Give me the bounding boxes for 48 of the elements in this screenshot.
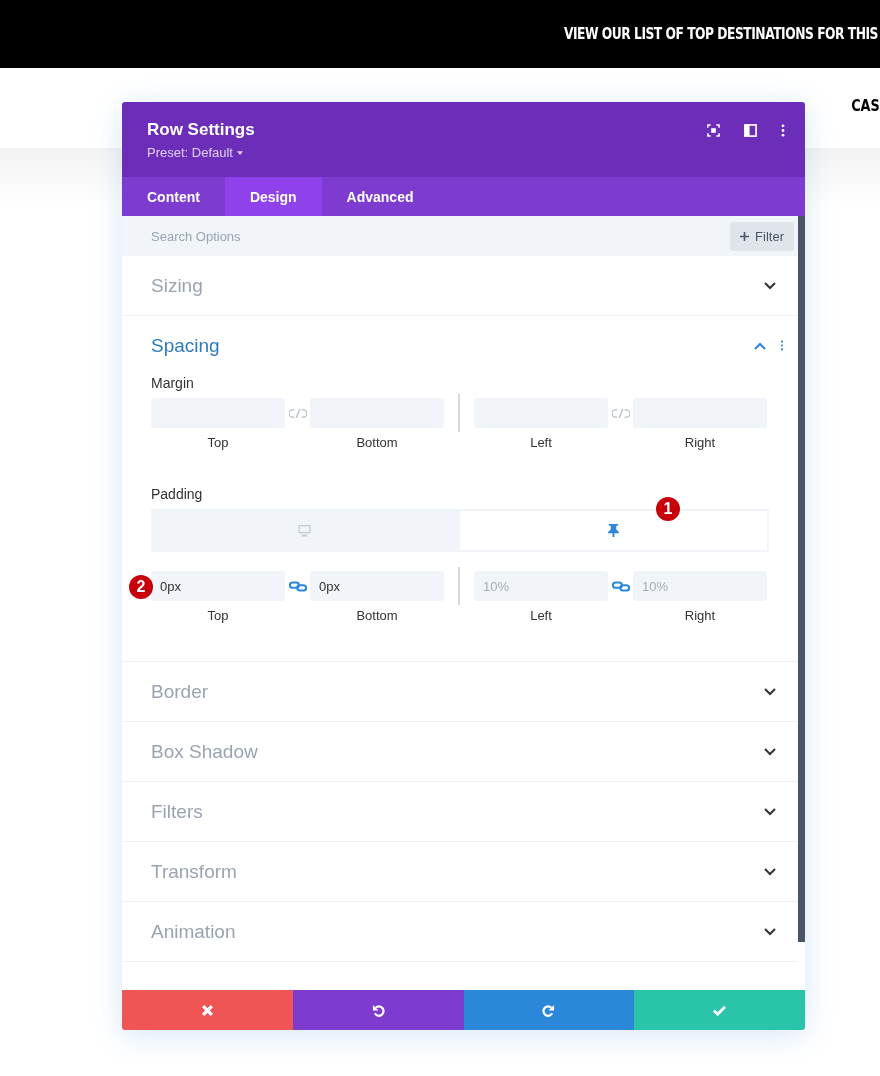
link-icon[interactable]: [611, 580, 630, 592]
input-field[interactable]: 0px: [151, 571, 285, 601]
section-title[interactable]: Spacing: [151, 334, 220, 357]
caret-icon: [237, 150, 243, 155]
chevron-icon[interactable]: [764, 927, 776, 936]
scrollbar[interactable]: [798, 216, 805, 942]
input-field[interactable]: 0px: [310, 571, 444, 601]
more-icon[interactable]: [780, 340, 784, 351]
search-field[interactable]: Search Options: [151, 228, 451, 244]
fullscreen-icon[interactable]: [707, 124, 720, 137]
field-label: Top: [207, 435, 229, 450]
filter-button[interactable]: Filter: [730, 221, 794, 251]
field-label: Bottom: [356, 608, 398, 623]
chevron-icon[interactable]: [764, 281, 776, 290]
tab[interactable]: Content: [122, 177, 225, 216]
more-icon[interactable]: [781, 124, 785, 137]
chevron-icon[interactable]: [764, 687, 776, 696]
check-icon: [713, 1003, 727, 1017]
panel-title: Row Settings: [147, 120, 255, 140]
field-label: Bottom: [356, 435, 398, 450]
group-label: Margin: [151, 375, 195, 391]
nav-link[interactable]: CAS: [851, 95, 880, 115]
undo-icon: [371, 1003, 385, 1017]
plus-icon: [740, 231, 750, 241]
field-label: Left: [530, 608, 552, 623]
redo-icon: [542, 1003, 556, 1017]
field-label: Left: [530, 435, 552, 450]
chevron-icon[interactable]: [764, 747, 776, 756]
input-field[interactable]: 10%: [474, 571, 608, 601]
section-title[interactable]: Transform: [151, 860, 237, 883]
chevron-icon[interactable]: [764, 867, 776, 876]
pin-icon: [607, 524, 620, 537]
close-icon: [200, 1003, 214, 1017]
announcement-text: VIEW OUR LIST OF TOP DESTINATIONS FOR THIS: [564, 25, 878, 43]
section-title[interactable]: Sizing: [151, 274, 203, 297]
field-label: Right: [684, 435, 716, 450]
layout-icon[interactable]: [744, 124, 757, 137]
tab[interactable]: Advanced: [321, 177, 439, 216]
section-title[interactable]: Box Shadow: [151, 740, 258, 763]
field-label: Top: [207, 608, 229, 623]
desktop-icon: [298, 524, 311, 537]
tab[interactable]: Design: [224, 177, 322, 216]
input-field[interactable]: 10%: [633, 571, 767, 601]
link-icon[interactable]: [288, 580, 307, 592]
group-label: Padding: [151, 486, 204, 502]
field-label: Right: [684, 608, 716, 623]
chevron-icon[interactable]: [764, 807, 776, 816]
preset-dropdown[interactable]: Preset: Default: [147, 145, 243, 160]
